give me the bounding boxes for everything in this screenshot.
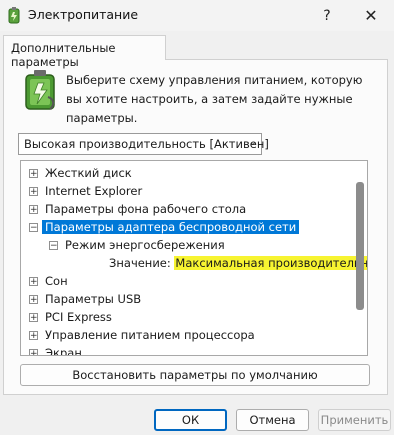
title-bar: Электропитание ? ✕ [0, 0, 394, 31]
tree-item-desktop-background[interactable]: + Параметры фона рабочего стола [29, 200, 246, 218]
tree-item-label: Управление питанием процессора [45, 328, 255, 342]
tree-item-usb[interactable]: + Параметры USB [29, 290, 141, 308]
power-plan-select-value: Высокая производительность [Активен] [24, 137, 269, 151]
tab-advanced-settings[interactable]: Дополнительные параметры [3, 35, 166, 69]
tree-scrollbar-thumb[interactable] [356, 182, 364, 310]
description-text: Выберите схему управления питанием, кото… [66, 73, 363, 125]
tree-item-label: Параметры USB [45, 292, 142, 306]
tree-item-wireless-adapter[interactable]: − Параметры адаптера беспроводной сети [29, 218, 300, 236]
tree-item-hard-disk[interactable]: + Жесткий диск [29, 164, 132, 182]
tree-item-label: Режим энергосбережения [65, 238, 225, 252]
power-battery-icon [8, 7, 20, 24]
tree-item-display[interactable]: + Экран [29, 344, 82, 356]
tree-item-pci-express[interactable]: + PCI Express [29, 308, 112, 326]
close-icon: ✕ [364, 6, 378, 25]
tree-item-label: Internet Explorer [45, 184, 143, 198]
tree-item-label: Сон [45, 274, 68, 288]
setting-label: Значение: [109, 256, 171, 270]
collapse-icon[interactable]: − [29, 223, 38, 233]
expand-icon[interactable]: + [29, 349, 38, 355]
tree-item-processor[interactable]: + Управление питанием процессора [29, 326, 255, 344]
restore-defaults-button[interactable]: Восстановить параметры по умолчанию [20, 364, 370, 386]
expand-icon[interactable]: + [29, 295, 38, 305]
tree-item-power-saving-mode[interactable]: − Режим энергосбережения [49, 236, 225, 254]
chevron-down-icon: ⌄ [248, 137, 257, 148]
power-plan-icon [25, 70, 55, 110]
tab-label: Дополнительные параметры [11, 41, 116, 69]
tree-item-internet-explorer[interactable]: + Internet Explorer [29, 182, 142, 200]
tree-item-label: PCI Express [45, 310, 112, 324]
tree-item-label-selected: Параметры адаптера беспроводной сети [42, 220, 300, 234]
help-icon: ? [323, 7, 331, 24]
setting-value-link[interactable]: Максимальная производительность [174, 256, 367, 270]
tree-item-label: Параметры фона рабочего стола [45, 202, 247, 216]
tree-item-label: Экран [45, 346, 82, 356]
expand-icon[interactable]: + [29, 169, 38, 179]
expand-icon[interactable]: + [29, 277, 38, 287]
tree-item-label: Жесткий диск [45, 166, 132, 180]
expand-icon[interactable]: + [29, 187, 38, 197]
collapse-icon[interactable]: − [49, 241, 58, 251]
close-button[interactable]: ✕ [348, 0, 394, 31]
expand-icon[interactable]: + [29, 205, 38, 215]
cancel-button[interactable]: Отмена [236, 409, 309, 431]
expand-icon[interactable]: + [29, 313, 38, 323]
apply-button[interactable]: Применить [318, 409, 391, 431]
tree-item-setting-value[interactable]: Значение: Максимальная производительност… [109, 254, 367, 272]
ok-button[interactable]: ОК [154, 409, 227, 431]
window-title: Электропитание [28, 7, 139, 22]
expand-icon[interactable]: + [29, 331, 38, 341]
power-plan-select[interactable]: Высокая производительность [Активен] ⌄ [18, 133, 269, 155]
help-button[interactable]: ? [304, 0, 350, 31]
settings-tree[interactable]: + Жесткий диск + Internet Explorer + Пар… [20, 160, 368, 356]
tree-item-sleep[interactable]: + Сон [29, 272, 68, 290]
